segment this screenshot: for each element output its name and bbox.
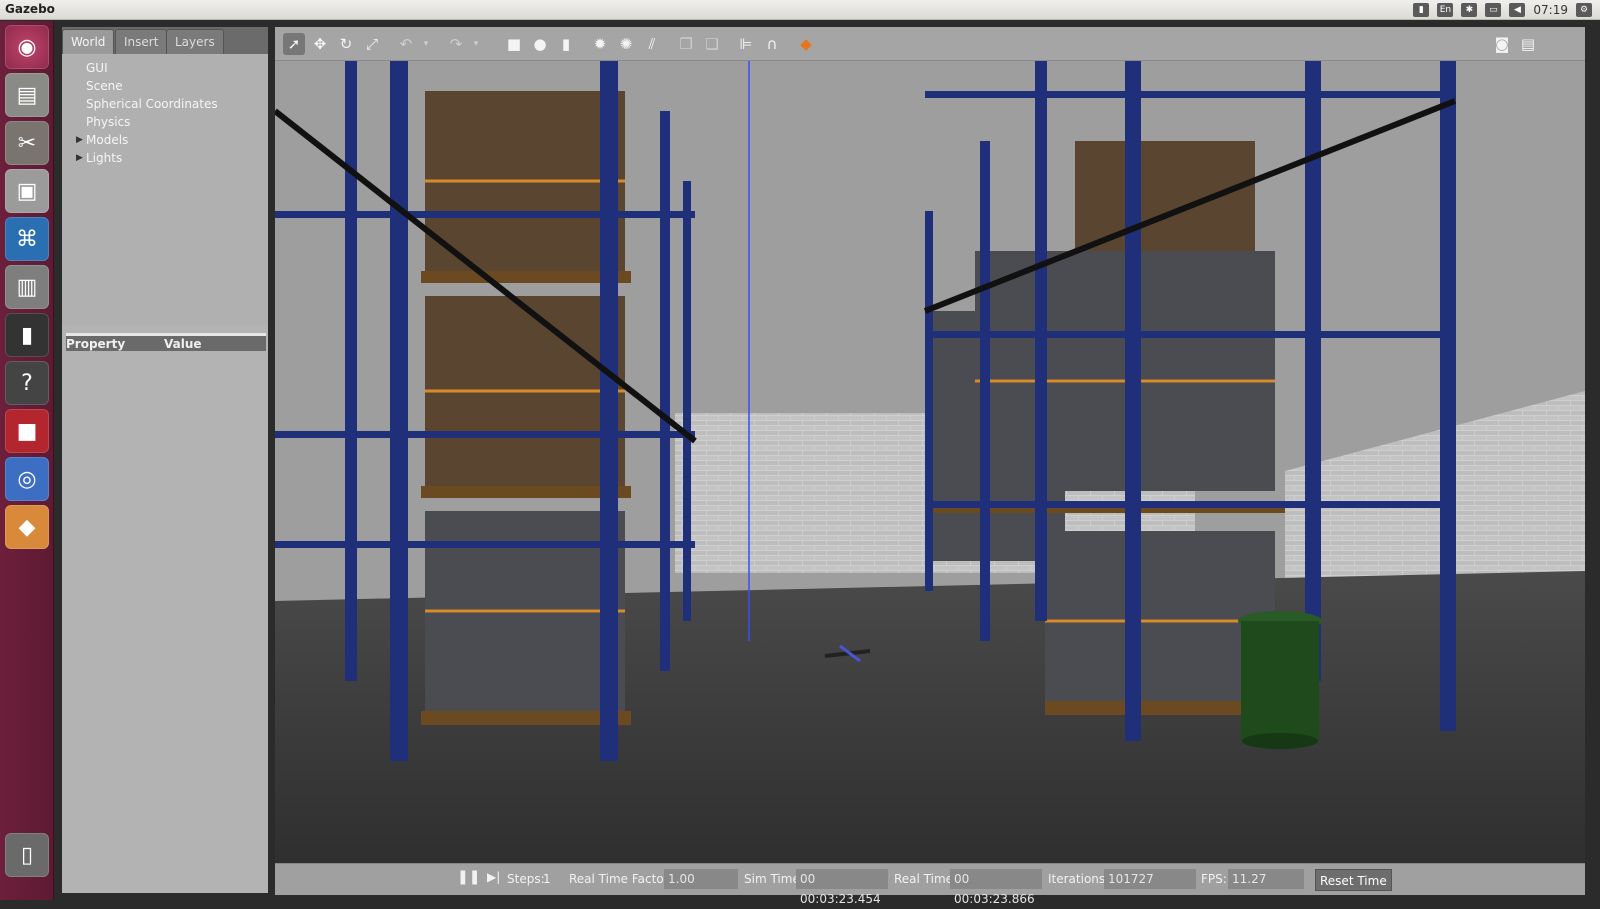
reset-time-button[interactable]: Reset Time	[1315, 869, 1392, 891]
select-mode-icon[interactable]: ➚	[283, 33, 305, 55]
iterations-label: Iterations:	[1048, 872, 1110, 886]
redo-icon[interactable]: ↷	[445, 33, 467, 55]
expand-arrow-icon[interactable]: ▶	[76, 149, 83, 167]
property-table-header: Property Value	[66, 333, 266, 351]
tree-item-lights[interactable]: ▶ Lights	[76, 149, 123, 167]
tree-item-models[interactable]: ▶ Models	[76, 131, 129, 149]
sim-time-value: 00 00:03:23.454	[796, 869, 888, 906]
tree-item-models-label: Models	[86, 133, 129, 147]
real-time-factor-label: Real Time Factor:	[569, 872, 673, 886]
fps-label: FPS:	[1201, 872, 1227, 886]
rotate-mode-icon[interactable]: ↻	[335, 33, 357, 55]
media-player-icon[interactable]: ■	[5, 409, 49, 453]
panel-tabs: World Insert Layers	[62, 27, 268, 54]
volume-icon[interactable]: ◀	[1509, 3, 1526, 17]
log-data-icon[interactable]: ▤	[1517, 33, 1539, 55]
align-icon[interactable]: ⊫	[735, 33, 757, 55]
clock[interactable]: 07:19	[1533, 3, 1568, 17]
snap-icon[interactable]: ∩	[761, 33, 783, 55]
settings-icon[interactable]: ⚙	[1576, 3, 1592, 17]
vscode-icon[interactable]: ⌘	[5, 217, 49, 261]
system-tray: ▮ En ✱ ▭ ◀ 07:19 ⚙	[1413, 1, 1592, 19]
trash-icon[interactable]: ▯	[5, 833, 49, 877]
box-shape-icon[interactable]: ■	[503, 33, 525, 55]
main-toolbar: ➚ ✥ ↻ ⤢ ↶ ▾ ↷ ▾ ■ ● ▮ ✹ ✺ ⫽ ❐ ❏ ⊫ ∩ ◆ ◙ …	[275, 27, 1585, 61]
keyboard-layout-icon[interactable]: En	[1437, 3, 1454, 17]
window-title: Gazebo	[5, 2, 55, 16]
tree-item-spherical-coordinates[interactable]: Spherical Coordinates	[86, 95, 218, 113]
property-column-header[interactable]: Property	[66, 337, 125, 351]
files-icon[interactable]: ▤	[5, 73, 49, 117]
green-trash-bin[interactable]	[1238, 611, 1322, 749]
top-menu-bar: Gazebo ▮ En ✱ ▭ ◀ 07:19 ⚙	[0, 0, 1600, 20]
printer-icon[interactable]: ▥	[5, 265, 49, 309]
status-bar: ❚❚ ▶| Steps: 1 Real Time Factor: 1.00 Si…	[275, 863, 1585, 906]
scale-mode-icon[interactable]: ⤢	[361, 33, 383, 55]
tree-item-scene[interactable]: Scene	[86, 77, 123, 95]
steps-value[interactable]: 1	[543, 872, 551, 886]
tree-item-gui[interactable]: GUI	[86, 59, 108, 77]
battery-icon[interactable]: ▭	[1485, 3, 1502, 17]
tree-item-lights-label: Lights	[86, 151, 123, 165]
app-launcher: ◉ ▤ ✂ ▣ ⌘ ▥ ▮ ? ■ ◎ ◆ ▯	[0, 21, 54, 900]
tree-item-physics[interactable]: Physics	[86, 113, 130, 131]
tab-layers[interactable]: Layers	[166, 29, 224, 54]
real-time-label: Real Time:	[894, 872, 958, 886]
real-time-factor-value: 1.00	[664, 869, 738, 889]
change-view-icon[interactable]: ◆	[795, 33, 817, 55]
left-side-panel: World Insert Layers GUI Scene Spherical …	[62, 27, 268, 893]
spot-light-icon[interactable]: ✺	[615, 33, 637, 55]
undo-history-icon[interactable]: ▾	[415, 33, 437, 55]
dash-home-icon[interactable]: ◉	[5, 25, 49, 69]
tab-world[interactable]: World	[62, 29, 115, 54]
system-tools-icon[interactable]: ✂	[5, 121, 49, 165]
network-icon[interactable]: ▮	[1413, 3, 1430, 17]
undo-icon[interactable]: ↶	[395, 33, 417, 55]
step-icon[interactable]: ▶|	[487, 870, 500, 884]
real-time-value: 00 00:03:23.866	[950, 869, 1042, 906]
bluetooth-icon[interactable]: ✱	[1461, 3, 1478, 17]
screenshot-icon[interactable]: ▣	[5, 169, 49, 213]
gazebo-icon[interactable]: ◆	[5, 505, 49, 549]
3d-scene-view[interactable]	[275, 61, 1585, 863]
sim-time-label: Sim Time:	[744, 872, 804, 886]
cylinder-shape-icon[interactable]: ▮	[555, 33, 577, 55]
expand-arrow-icon[interactable]: ▶	[76, 131, 83, 149]
directional-light-icon[interactable]: ⫽	[641, 33, 663, 55]
iterations-value: 101727	[1104, 869, 1196, 889]
terminal-icon[interactable]: ▮	[5, 313, 49, 357]
pause-icon[interactable]: ❚❚	[457, 869, 480, 885]
fps-value: 11.27	[1228, 869, 1304, 889]
tab-insert[interactable]: Insert	[115, 29, 168, 54]
sphere-shape-icon[interactable]: ●	[529, 33, 551, 55]
steps-label: Steps:	[507, 872, 545, 886]
translate-mode-icon[interactable]: ✥	[309, 33, 331, 55]
screenshot-camera-icon[interactable]: ◙	[1491, 33, 1513, 55]
point-light-icon[interactable]: ✹	[589, 33, 611, 55]
value-column-header[interactable]: Value	[164, 337, 202, 351]
paste-icon[interactable]: ❏	[701, 33, 723, 55]
copy-icon[interactable]: ❐	[675, 33, 697, 55]
world-tree: GUI Scene Spherical Coordinates Physics …	[62, 55, 268, 325]
keyring-icon[interactable]: ?	[5, 361, 49, 405]
right-window-edge	[1587, 27, 1600, 900]
browser-icon[interactable]: ◎	[5, 457, 49, 501]
viewport-area: ➚ ✥ ↻ ⤢ ↶ ▾ ↷ ▾ ■ ● ▮ ✹ ✺ ⫽ ❐ ❏ ⊫ ∩ ◆ ◙ …	[275, 27, 1585, 906]
redo-history-icon[interactable]: ▾	[465, 33, 487, 55]
